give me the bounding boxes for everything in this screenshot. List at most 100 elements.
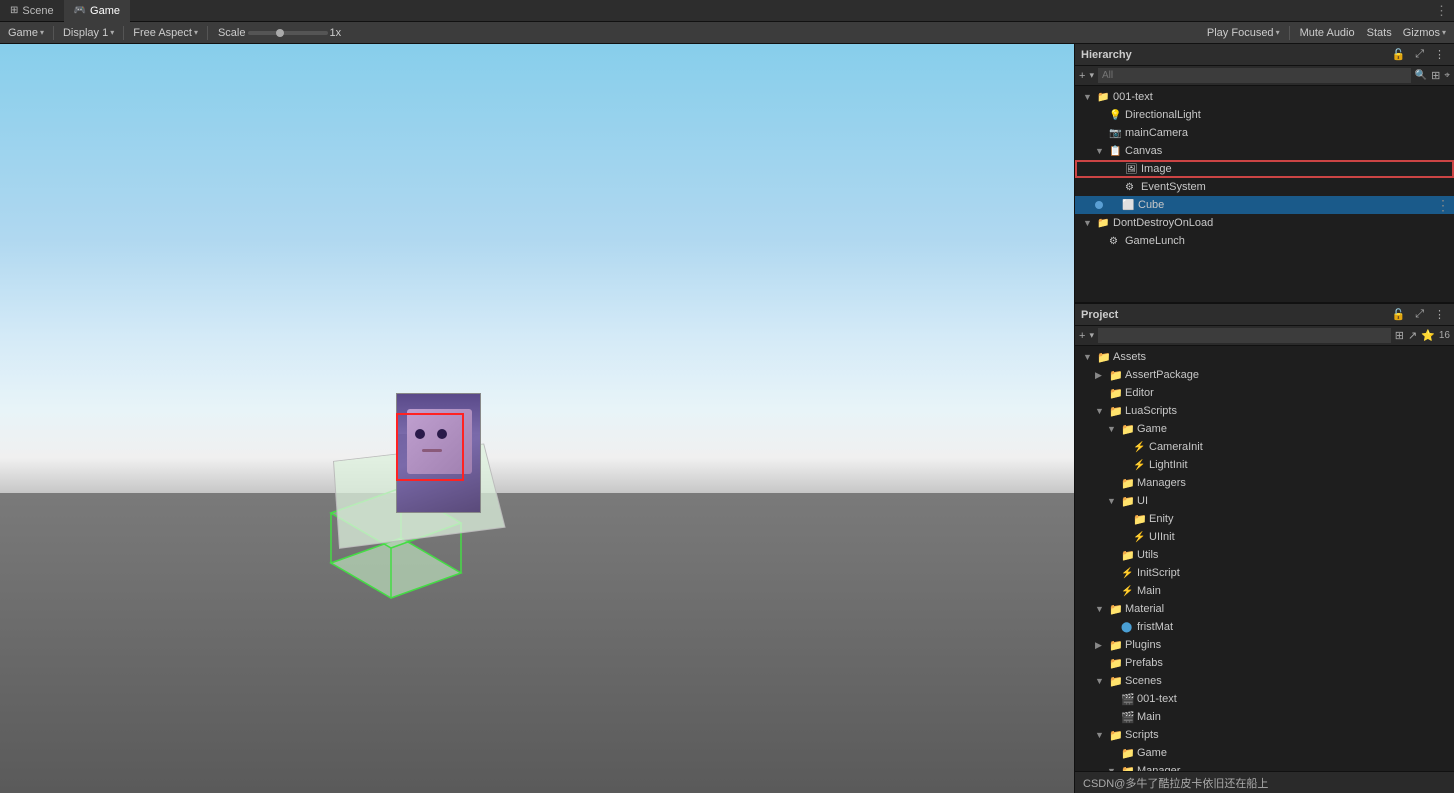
tree-item-directionallight[interactable]: 💡 DirectionalLight xyxy=(1075,106,1454,124)
folder-scenes[interactable]: ▼ 📁 Scenes xyxy=(1075,672,1454,690)
gizmos-arrow: ▾ xyxy=(1442,28,1446,37)
folder-material[interactable]: ▼ 📁 Material xyxy=(1075,600,1454,618)
file-uiinit[interactable]: ⚡ UIInit xyxy=(1075,528,1454,546)
folder-utils-lua[interactable]: 📁 Utils xyxy=(1075,546,1454,564)
sep4 xyxy=(1289,26,1290,40)
hierarchy-header-buttons: 🔓 ⤢ ⋮ xyxy=(1388,48,1448,61)
folder-assets[interactable]: ▼ 📁 Assets xyxy=(1075,348,1454,366)
sg-label: Game xyxy=(1137,747,1167,759)
game-view[interactable] xyxy=(0,44,1074,793)
s2-label: Main xyxy=(1137,711,1161,723)
mute-audio-btn[interactable]: Mute Audio xyxy=(1295,26,1360,40)
gizmos-dropdown[interactable]: Gizmos ▾ xyxy=(1399,26,1450,40)
folder-scripts[interactable]: ▼ 📁 Scripts xyxy=(1075,726,1454,744)
hierarchy-options-icon[interactable]: ⋮ xyxy=(1431,48,1448,61)
tree-item-maincamera[interactable]: 📷 mainCamera xyxy=(1075,124,1454,142)
tab-game[interactable]: 🎮 Game xyxy=(64,0,130,22)
ci-label: CameraInit xyxy=(1149,441,1203,453)
folder-editor[interactable]: 📁 Editor xyxy=(1075,384,1454,402)
assets-arrow: ▼ xyxy=(1083,352,1095,362)
tree-icon-001text: 📁 xyxy=(1097,92,1111,103)
game-dropdown[interactable]: Game ▾ xyxy=(4,26,48,40)
folder-plugins[interactable]: ▶ 📁 Plugins xyxy=(1075,636,1454,654)
tree-label-canvas: Canvas xyxy=(1125,145,1162,157)
project-icon2[interactable]: ↗ xyxy=(1408,329,1417,342)
tree-arrow-canvas: ▼ xyxy=(1095,146,1107,156)
hierarchy-add-arrow[interactable]: ▾ xyxy=(1089,70,1094,81)
sr-icon: 📁 xyxy=(1109,729,1123,742)
hierarchy-search-icon[interactable]: 🔍 xyxy=(1415,70,1427,81)
fm-label: fristMat xyxy=(1137,621,1173,633)
tree-item-cube[interactable]: ⬜ Cube ⋮ xyxy=(1075,196,1454,214)
folder-prefabs[interactable]: 📁 Prefabs xyxy=(1075,654,1454,672)
tree-icon-dl: 💡 xyxy=(1109,110,1123,121)
tree-arrow-001text: ▼ xyxy=(1083,92,1095,102)
tree-item-001text[interactable]: ▼ 📁 001-text xyxy=(1075,88,1454,106)
hierarchy-title: Hierarchy xyxy=(1081,49,1132,61)
file-scene-001[interactable]: 🎬 001-text xyxy=(1075,690,1454,708)
project-search[interactable] xyxy=(1098,328,1391,343)
scale-thumb[interactable] xyxy=(276,29,284,37)
pf-icon: 📁 xyxy=(1109,657,1123,670)
hierarchy-panel: Hierarchy 🔓 ⤢ ⋮ + ▾ 🔍 ⊞ ⌖ ▼ 📁 xyxy=(1075,44,1454,304)
project-add-arrow[interactable]: ▾ xyxy=(1089,330,1094,341)
folder-assertpackage[interactable]: ▶ 📁 AssertPackage xyxy=(1075,366,1454,384)
folder-managers[interactable]: 📁 Managers xyxy=(1075,474,1454,492)
aspect-dropdown[interactable]: Free Aspect ▾ xyxy=(129,26,202,40)
hierarchy-search[interactable] xyxy=(1098,68,1411,83)
folder-scripts-manager[interactable]: ▼ 📁 Manager xyxy=(1075,762,1454,771)
stats-btn[interactable]: Stats xyxy=(1362,26,1397,40)
folder-enity[interactable]: 📁 Enity xyxy=(1075,510,1454,528)
tree-icon-gl: ⚙ xyxy=(1109,236,1123,247)
folder-game-f[interactable]: ▼ 📁 Game xyxy=(1075,420,1454,438)
more-options-icon[interactable]: ⋮ xyxy=(1429,3,1454,19)
fm-icon: ⬤ xyxy=(1121,622,1135,633)
project-options-icon[interactable]: ⋮ xyxy=(1431,308,1448,321)
file-scene-main[interactable]: 🎬 Main xyxy=(1075,708,1454,726)
file-lightinit[interactable]: ⚡ LightInit xyxy=(1075,456,1454,474)
display-dropdown[interactable]: Display 1 ▾ xyxy=(59,26,118,40)
file-main-lua[interactable]: ⚡ Main xyxy=(1075,582,1454,600)
folder-luascripts[interactable]: ▼ 📁 LuaScripts xyxy=(1075,402,1454,420)
ul-label: Utils xyxy=(1137,549,1158,561)
project-add-btn[interactable]: + xyxy=(1079,330,1085,342)
cube-options-dots[interactable]: ⋮ xyxy=(1436,197,1454,214)
hierarchy-zoom-icon[interactable]: ⌖ xyxy=(1444,70,1450,81)
sr-arrow: ▼ xyxy=(1095,730,1107,740)
tree-label-cube: Cube xyxy=(1138,199,1164,211)
assets-label: Assets xyxy=(1113,351,1146,363)
play-focused-dropdown[interactable]: Play Focused ▾ xyxy=(1203,26,1284,40)
tree-item-image[interactable]: 🖼 Image xyxy=(1075,160,1454,178)
scale-control[interactable]: Scale 1x xyxy=(213,26,346,40)
tree-item-eventsystem[interactable]: ⚙ EventSystem xyxy=(1075,178,1454,196)
hierarchy-lock-icon[interactable]: 🔓 xyxy=(1388,48,1408,61)
is-label: InitScript xyxy=(1137,567,1180,579)
project-icon3[interactable]: ⭐ xyxy=(1421,329,1435,342)
tab-scene[interactable]: ⊞ Scene xyxy=(0,0,64,22)
hierarchy-maximize-icon[interactable]: ⤢ xyxy=(1412,48,1427,61)
tree-item-canvas[interactable]: ▼ 📋 Canvas xyxy=(1075,142,1454,160)
tree-label-es: EventSystem xyxy=(1141,181,1206,193)
folder-scripts-game[interactable]: 📁 Game xyxy=(1075,744,1454,762)
hierarchy-add-btn[interactable]: + xyxy=(1079,70,1085,82)
game-tab-label: Game xyxy=(90,5,120,17)
right-panel: Hierarchy 🔓 ⤢ ⋮ + ▾ 🔍 ⊞ ⌖ ▼ 📁 xyxy=(1074,44,1454,793)
tree-icon-es: ⚙ xyxy=(1125,182,1139,193)
cube-eye-indicator xyxy=(1095,201,1103,209)
project-icon1[interactable]: ⊞ xyxy=(1395,329,1404,342)
file-initscript[interactable]: ⚡ InitScript xyxy=(1075,564,1454,582)
file-fristmat[interactable]: ⬤ fristMat xyxy=(1075,618,1454,636)
hierarchy-more-icon[interactable]: ⊞ xyxy=(1431,69,1440,82)
project-lock-icon[interactable]: 🔓 xyxy=(1388,308,1408,321)
ui2-icon: ⚡ xyxy=(1133,532,1147,543)
ui-label: UI xyxy=(1137,495,1148,507)
tree-item-dontdestroy[interactable]: ▼ 📁 DontDestroyOnLoad xyxy=(1075,214,1454,232)
project-maximize-icon[interactable]: ⤢ xyxy=(1412,308,1427,321)
file-camerainit[interactable]: ⚡ CameraInit xyxy=(1075,438,1454,456)
folder-ui[interactable]: ▼ 📁 UI xyxy=(1075,492,1454,510)
scene-tab-label: Scene xyxy=(22,5,53,17)
li-label: LightInit xyxy=(1149,459,1188,471)
tree-item-gamelunch[interactable]: ⚙ GameLunch xyxy=(1075,232,1454,250)
scale-bar[interactable] xyxy=(248,31,328,35)
tree-label-dl: DirectionalLight xyxy=(1125,109,1201,121)
